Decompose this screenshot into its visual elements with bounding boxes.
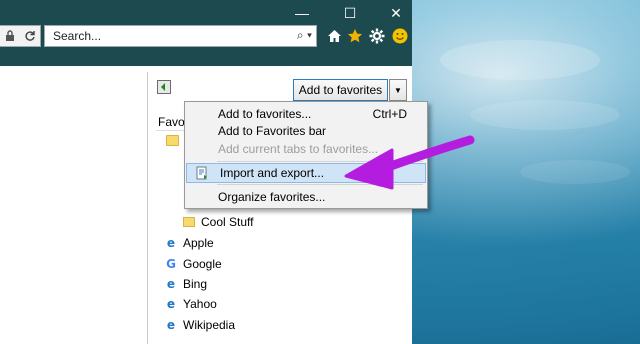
favorite-label: Google — [183, 257, 222, 271]
lock-icon — [5, 30, 14, 41]
folder-icon[interactable] — [166, 135, 179, 146]
import-export-icon — [196, 166, 207, 180]
favorite-label: Bing — [183, 277, 208, 291]
search-dropdown-icon[interactable]: ⌕ ▾ — [297, 28, 312, 43]
favorite-link-bing[interactable]: e Bing — [164, 275, 207, 293]
folder-label: Cool Stuff — [201, 215, 254, 229]
favorite-label: Apple — [183, 236, 214, 250]
wave-highlight — [520, 160, 630, 184]
menu-item-add-to-favorites-bar[interactable]: Add to Favorites bar — [185, 121, 427, 141]
minimize-button[interactable]: — — [280, 0, 324, 26]
favorites-star-icon[interactable] — [346, 27, 364, 45]
address-bar-end — [0, 25, 41, 47]
menu-item-label: Import and export... — [220, 166, 325, 180]
menu-item-add-current-tabs: Add current tabs to favorites... — [185, 139, 427, 159]
wave-highlight — [470, 100, 620, 130]
close-button[interactable]: ✕ — [374, 0, 418, 26]
favorite-link-google[interactable]: G Google — [164, 255, 222, 273]
add-favorites-dropdown-button[interactable]: ▼ — [389, 79, 407, 101]
home-icon[interactable] — [325, 27, 343, 45]
wave-highlight — [440, 40, 600, 80]
favorites-tab-label[interactable]: Favo — [158, 115, 185, 129]
ie-icon: e — [166, 277, 176, 291]
menu-separator — [217, 161, 423, 162]
menu-item-label: Organize favorites... — [218, 190, 326, 204]
pin-arrow-icon — [161, 83, 165, 91]
settings-gear-icon[interactable] — [368, 27, 386, 45]
menu-item-shortcut: Ctrl+D — [372, 107, 407, 121]
ie-icon: e — [166, 297, 176, 311]
menu-separator — [217, 184, 423, 185]
menu-item-label: Add to favorites... — [218, 107, 312, 121]
refresh-icon[interactable] — [24, 30, 36, 42]
ie-icon: e — [166, 236, 176, 250]
pin-panel-button[interactable] — [157, 80, 171, 94]
favorite-link-yahoo[interactable]: e Yahoo — [164, 295, 217, 313]
menu-item-organize-favorites[interactable]: Organize favorites... — [185, 187, 427, 207]
maximize-button[interactable]: ☐ — [328, 0, 372, 26]
feedback-smiley-icon[interactable] — [391, 27, 409, 45]
search-box[interactable]: ⌕ ▾ — [44, 25, 317, 47]
add-to-favorites-button[interactable]: Add to favorites — [293, 79, 388, 101]
favorites-folder-cool-stuff[interactable]: Cool Stuff — [182, 213, 253, 231]
menu-item-label: Add current tabs to favorites... — [218, 142, 379, 156]
favorite-label: Yahoo — [183, 297, 217, 311]
favorite-link-apple[interactable]: e Apple — [164, 234, 214, 252]
favorite-link-wikipedia[interactable]: e Wikipedia — [164, 316, 235, 334]
search-input[interactable] — [51, 28, 275, 44]
menu-item-label: Add to Favorites bar — [218, 124, 327, 138]
folder-icon — [182, 215, 196, 229]
google-icon: G — [166, 257, 176, 271]
add-favorites-menu: Add to favorites... Ctrl+D Add to Favori… — [184, 101, 428, 209]
menu-item-import-export[interactable]: Import and export... — [186, 163, 426, 183]
title-bar: — ☐ ✕ ⌕ ▾ — [0, 0, 412, 66]
favorite-label: Wikipedia — [183, 318, 236, 332]
ie-icon: e — [166, 318, 176, 332]
